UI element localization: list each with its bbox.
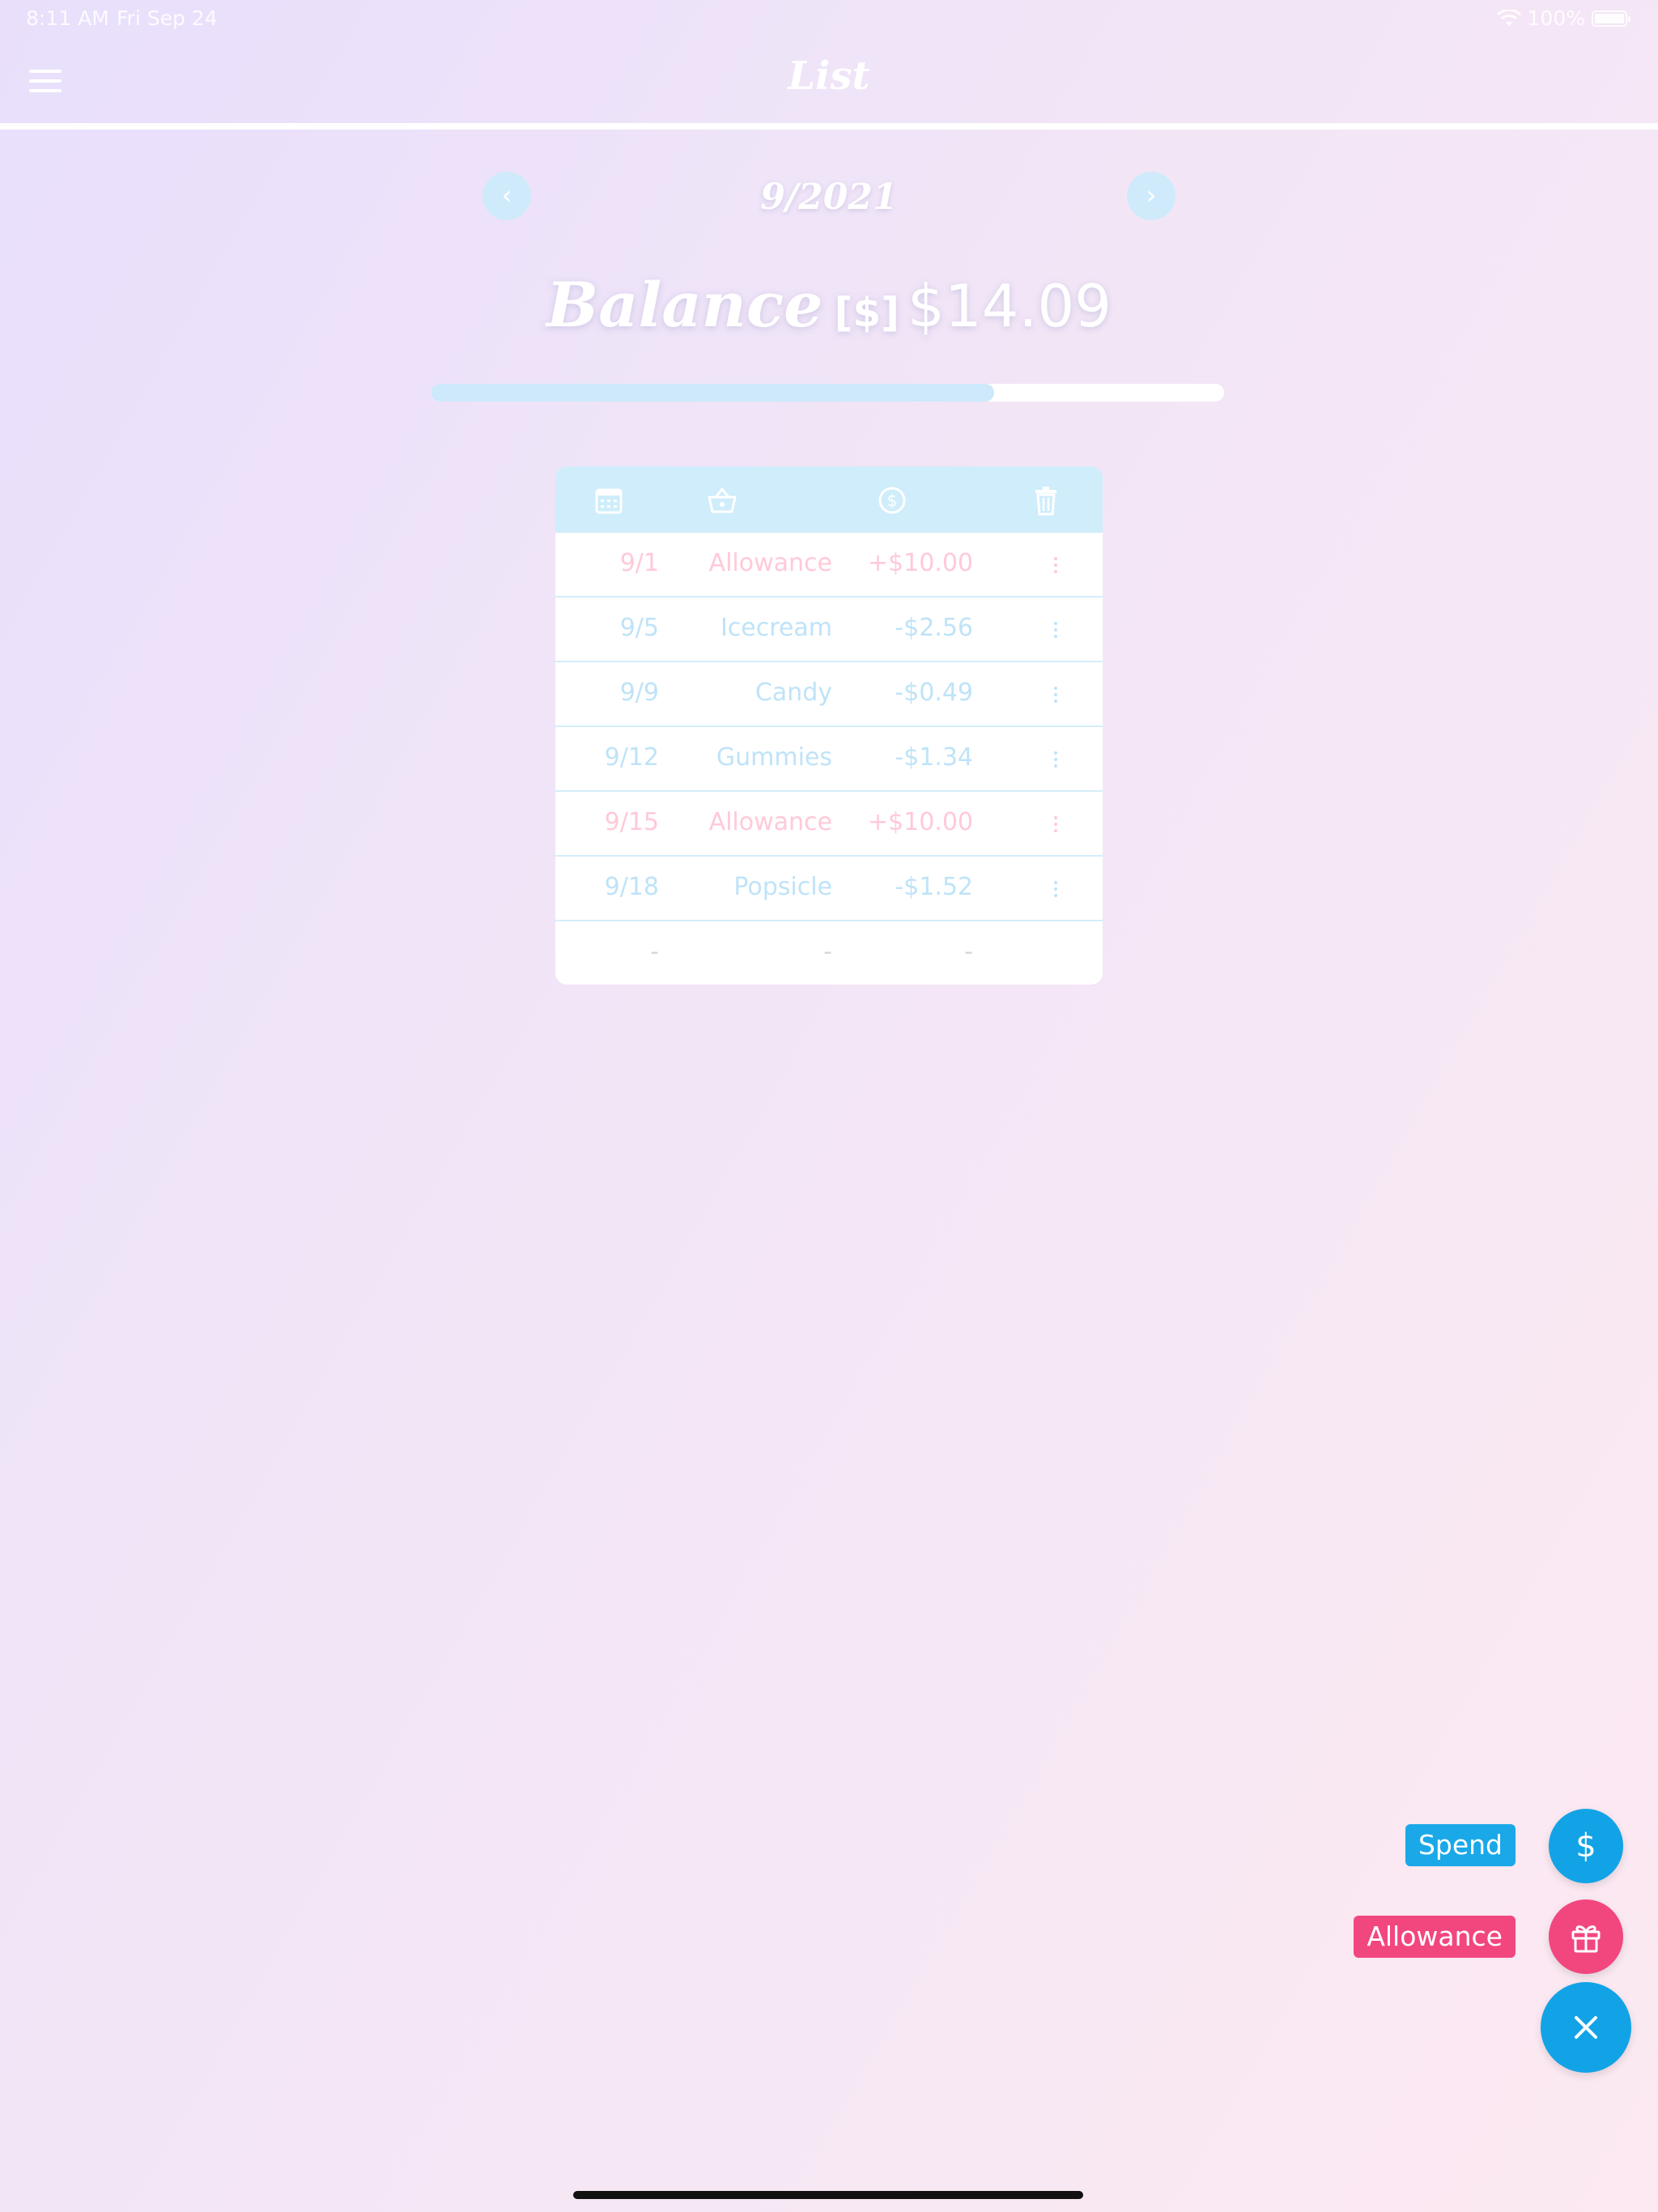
balance-summary: Balance [$] $14.09 [0,269,1658,341]
more-options-icon[interactable] [1048,745,1064,774]
status-date: Fri Sep 24 [117,6,218,30]
balance-progress-bar [431,384,1224,402]
balance-unit: [$] [834,289,900,336]
row-amount: +$10.00 [867,808,973,836]
row-amount: -$1.52 [895,873,973,901]
row-date: 9/12 [604,743,659,772]
close-icon [1575,2016,1597,2039]
table-row[interactable]: 9/1 Allowance +$10.00 [555,533,1103,598]
row-item: Allowance [708,808,832,836]
spend-label[interactable]: Spend [1405,1824,1516,1866]
row-date: 9/18 [604,873,659,901]
wifi-icon [1496,9,1521,26]
close-fab-button[interactable] [1541,1982,1631,2073]
gift-icon [1571,1925,1601,1953]
table-row[interactable]: --- [555,921,1103,985]
trash-icon[interactable] [1030,484,1062,517]
row-date: 9/5 [619,614,659,642]
more-options-icon[interactable] [1048,551,1064,580]
table-header: $ [555,466,1103,533]
battery-icon [1592,10,1630,27]
home-indicator [573,2191,1083,2199]
basket-icon [706,484,738,517]
calendar-icon [593,484,625,517]
row-date: - [650,938,659,966]
row-item: Gummies [716,743,832,772]
prev-month-button[interactable]: ‹ [483,172,531,220]
nav-bar: List [0,39,1658,123]
more-options-icon[interactable] [1048,874,1064,904]
row-amount: -$0.49 [895,678,973,707]
row-amount: +$10.00 [867,549,973,577]
page-title: List [788,53,870,99]
row-item: Icecream [720,614,832,642]
status-bar: 8:11 AM Fri Sep 24 100% [0,0,1658,39]
row-date: 9/9 [619,678,659,707]
allowance-label[interactable]: Allowance [1354,1916,1516,1958]
row-item: Candy [755,678,832,707]
row-date: 9/1 [619,549,659,577]
balance-progress-fill [431,384,994,402]
svg-text:$: $ [887,491,898,510]
more-options-icon[interactable] [1048,680,1064,709]
balance-amount: $14.09 [908,272,1112,340]
month-label: 9/2021 [760,177,898,218]
next-month-button[interactable]: › [1127,172,1175,220]
chevron-right-icon: › [1146,180,1157,211]
table-row[interactable]: 9/9 Candy -$0.49 [555,662,1103,727]
row-item: Popsicle [733,873,832,901]
row-item: - [823,938,832,966]
table-row[interactable]: 9/5 Icecream -$2.56 [555,598,1103,662]
table-row[interactable]: 9/12 Gummies -$1.34 [555,727,1103,792]
more-options-icon[interactable] [1048,810,1064,839]
table-row[interactable]: 9/15 Allowance +$10.00 [555,792,1103,857]
dollar-icon: $ [1575,1827,1596,1865]
battery-percent: 100% [1527,6,1585,30]
row-date: 9/15 [604,808,659,836]
allowance-button[interactable] [1549,1899,1623,1974]
balance-label: Balance [546,269,823,341]
table-row[interactable]: 9/18 Popsicle -$1.52 [555,857,1103,921]
table-body: 9/1 Allowance +$10.00 9/5 Icecream -$2.56 9/9 C… [555,533,1103,985]
spend-button[interactable]: $ [1549,1809,1623,1883]
row-item: Allowance [708,549,832,577]
dollar-circle-icon: $ [876,484,908,517]
row-amount: - [964,938,973,966]
nav-divider [0,123,1658,130]
row-amount: -$1.34 [895,743,973,772]
more-options-icon[interactable] [1048,615,1064,644]
status-time: 8:11 AM [26,6,109,30]
status-indicators: 100% [1496,6,1630,30]
transactions-table: $ 9/1 Allowance +$10.00 9/5 Icecream -$2.56 9/… [555,466,1103,985]
chevron-left-icon: ‹ [501,180,512,211]
row-amount: -$2.56 [895,614,973,642]
